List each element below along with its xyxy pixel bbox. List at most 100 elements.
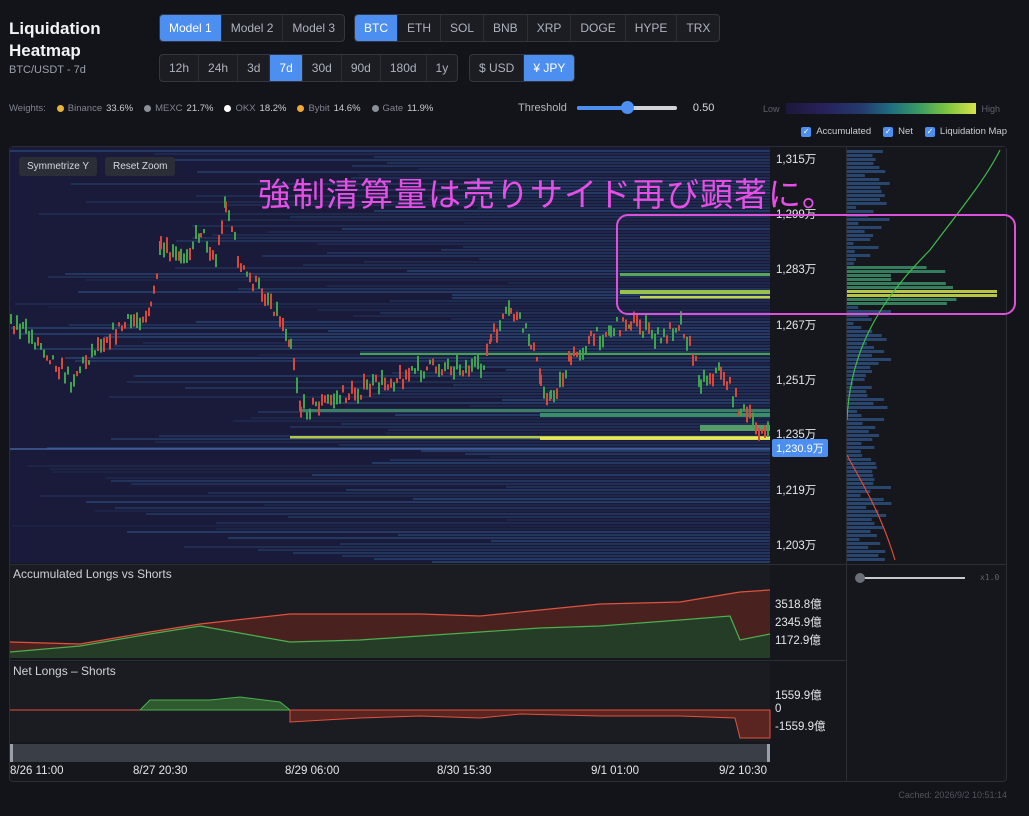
candle <box>296 377 298 394</box>
heatmap-band <box>10 150 770 152</box>
candle <box>112 322 114 330</box>
candle <box>543 386 545 399</box>
candle <box>700 379 702 394</box>
candle <box>285 328 287 342</box>
x-tick-label: 9/2 10:30 <box>719 765 767 777</box>
heatmap-band <box>114 345 770 347</box>
candle <box>237 256 239 268</box>
candle <box>58 367 60 380</box>
horizontal-divider <box>10 564 1006 565</box>
liquidation-map-bar <box>847 526 883 529</box>
candle <box>100 339 102 353</box>
candle <box>175 246 177 261</box>
liquidation-map-bar <box>847 506 867 509</box>
liquidation-heatmap-chart[interactable]: x1.0 <box>0 0 1029 816</box>
liquidation-map-bar <box>847 170 886 173</box>
candle <box>16 315 18 330</box>
candle <box>663 328 665 338</box>
candle <box>153 285 155 294</box>
candle <box>660 337 662 344</box>
heatmap-band <box>374 156 770 158</box>
heatmap-band <box>109 396 770 398</box>
candle <box>384 377 386 391</box>
heatmap-band <box>377 390 770 392</box>
candle <box>683 334 685 339</box>
candle <box>582 347 584 360</box>
candle <box>218 235 220 246</box>
candle <box>477 354 479 370</box>
candle <box>234 231 236 240</box>
liquidation-map-bar <box>847 538 860 541</box>
liquidation-map-bar <box>847 402 874 405</box>
candle <box>550 390 552 399</box>
candle <box>444 362 446 372</box>
heatmap-band <box>143 342 770 344</box>
candle <box>189 247 191 261</box>
candle <box>709 373 711 385</box>
liquidation-map-bar <box>847 162 874 165</box>
candle <box>330 394 332 406</box>
scrollbar-right-handle[interactable] <box>767 744 770 762</box>
liquidation-map-bar <box>847 410 858 413</box>
heatmap-band <box>292 339 770 341</box>
liquidation-map-bar <box>847 522 875 525</box>
candle <box>206 241 208 253</box>
side-zoom-slider-handle[interactable] <box>855 573 865 583</box>
time-scrollbar[interactable] <box>10 744 770 762</box>
candle <box>645 315 647 330</box>
heatmap-band <box>465 453 770 455</box>
liquidation-map-bar <box>847 450 861 453</box>
candle <box>536 357 538 362</box>
scrollbar-left-handle[interactable] <box>10 744 13 762</box>
candle <box>160 236 162 250</box>
heatmap-band <box>134 375 770 377</box>
liquidation-map-bar <box>847 318 872 321</box>
candle <box>136 312 138 328</box>
candle <box>156 273 158 279</box>
heatmap-band <box>111 480 770 482</box>
candle <box>522 328 524 333</box>
liquidation-map-bar <box>847 426 876 429</box>
liquidation-map-bar <box>847 198 880 201</box>
candle <box>435 366 437 374</box>
candle <box>651 329 653 339</box>
candle <box>573 346 575 357</box>
candle <box>52 355 54 360</box>
candle <box>318 401 320 416</box>
candle <box>231 226 233 233</box>
candle <box>333 393 335 409</box>
candle <box>130 314 132 329</box>
heatmap-band <box>339 444 770 446</box>
candle <box>502 313 504 319</box>
candle <box>608 325 610 336</box>
reset-zoom-button[interactable]: Reset Zoom <box>105 157 176 176</box>
heatmap-band <box>328 330 770 332</box>
candle <box>267 292 269 306</box>
candle <box>221 220 223 234</box>
candle <box>282 317 284 332</box>
candle <box>273 311 275 317</box>
candle <box>695 355 697 361</box>
candle <box>642 331 644 338</box>
candle <box>490 334 492 342</box>
liquidation-map-bar <box>847 190 882 193</box>
candle <box>118 322 120 327</box>
candle <box>40 343 42 350</box>
candle <box>519 312 521 319</box>
candle <box>456 354 458 370</box>
candle <box>172 244 174 258</box>
y-tick-label: 1,251万 <box>776 375 817 387</box>
candle <box>628 324 630 329</box>
candle <box>432 358 434 366</box>
liquidation-map-bar <box>847 206 856 209</box>
liquidation-map-bar <box>847 374 866 377</box>
symmetrize-y-button[interactable]: Symmetrize Y <box>19 157 98 176</box>
candle <box>106 337 108 343</box>
candle <box>718 362 720 371</box>
heatmap-band <box>340 543 770 545</box>
candle <box>743 404 745 411</box>
candle <box>749 404 751 419</box>
liquidation-map-bar <box>847 502 892 505</box>
heatmap-band <box>288 516 770 518</box>
candle <box>613 328 615 337</box>
